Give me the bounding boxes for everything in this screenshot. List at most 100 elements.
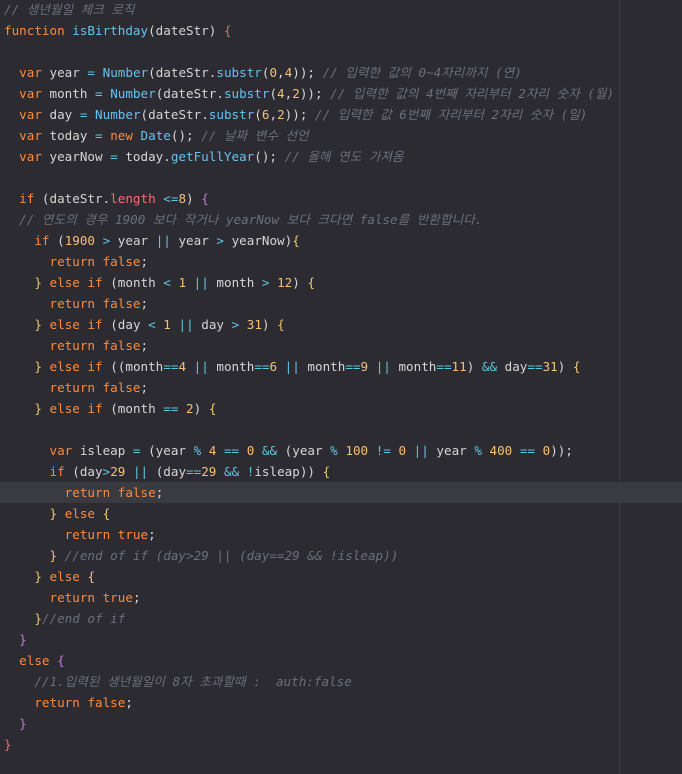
code-token: else	[19, 653, 50, 668]
code-token: ==	[254, 359, 270, 374]
code-line[interactable]: var year = Number(dateStr.substr(0,4)); …	[0, 62, 682, 83]
code-line[interactable]: var yearNow = today.getFullYear(); // 올해…	[0, 146, 682, 167]
code-token: }	[19, 632, 27, 647]
code-token: <=	[163, 191, 179, 206]
code-token: return	[49, 254, 96, 269]
code-token: else if	[49, 317, 103, 332]
code-token: 11	[451, 359, 467, 374]
code-line[interactable]: // 생년월일 체크 로직	[0, 0, 682, 20]
code-line[interactable]: } else if (month < 1 || month > 12) {	[0, 272, 682, 293]
code-line[interactable]: var isleap = (year % 4 == 0 && (year % 1…	[0, 440, 682, 461]
code-token: getFullYear	[170, 149, 255, 164]
code-token: false	[117, 485, 156, 500]
code-line[interactable]: return false;	[0, 692, 682, 713]
code-line[interactable]: return false;	[0, 251, 682, 272]
code-line[interactable]: }	[0, 629, 682, 650]
code-token: //end of if (day>29 || (day==29 && !isle…	[64, 548, 399, 563]
code-token: return	[49, 380, 96, 395]
code-token: )	[261, 317, 278, 332]
code-token: <	[148, 317, 156, 332]
code-line[interactable]: var day = Number(dateStr.substr(6,2)); /…	[0, 104, 682, 125]
code-token: ==	[223, 443, 240, 458]
code-token: yearNow	[41, 149, 111, 164]
code-line[interactable]: var month = Number(dateStr.substr(4,2));…	[0, 83, 682, 104]
code-token: if	[34, 233, 50, 248]
code-line[interactable]: } else if ((month==4 || month==6 || mont…	[0, 356, 682, 377]
code-token: {	[57, 653, 65, 668]
code-token: )	[466, 359, 482, 374]
code-line[interactable]: function isBirthday(dateStr) {	[0, 20, 682, 41]
code-token: !=	[375, 443, 391, 458]
code-token: // 입력한 값의 4번째 자리부터 2자리 숫자 (월)	[330, 86, 615, 101]
code-line[interactable]	[0, 419, 682, 440]
code-token: ||	[375, 359, 391, 374]
code-line[interactable]: return false;	[0, 377, 682, 398]
code-token: ||	[284, 359, 300, 374]
code-line[interactable]: var today = new Date(); // 날짜 변수 선언	[0, 125, 682, 146]
code-token: <	[163, 275, 171, 290]
code-token: false	[102, 296, 141, 311]
code-line[interactable]	[0, 41, 682, 62]
code-token: 2	[186, 401, 194, 416]
code-line[interactable]: return false;	[0, 335, 682, 356]
code-token: yearNow)	[223, 233, 293, 248]
code-line[interactable]: if (dateStr.length <=8) {	[0, 188, 682, 209]
code-line[interactable]: return true;	[0, 587, 682, 608]
code-token: }	[34, 401, 42, 416]
code-line[interactable]: } else {	[0, 566, 682, 587]
code-token: substr	[208, 107, 255, 122]
code-line[interactable]: //1.입력된 생년월일이 8자 초과할때 : auth:false	[0, 671, 682, 692]
code-editor[interactable]: // 생년월일 체크 로직 function isBirthday(dateStr…	[0, 0, 682, 774]
code-token: (	[269, 86, 278, 101]
code-token: )	[557, 359, 573, 374]
code-line[interactable]: return true;	[0, 524, 682, 545]
code-line[interactable]: // 연도의 경우 1900 보다 작거나 yearNow 보다 크다면 fal…	[0, 209, 682, 230]
code-line[interactable]: return false;	[0, 482, 682, 503]
code-line[interactable]: }//end of if	[0, 608, 682, 629]
code-line[interactable]: } else {	[0, 503, 682, 524]
code-token: 29	[201, 464, 217, 479]
code-line[interactable]: else {	[0, 650, 682, 671]
code-line[interactable]: if (day>29 || (day==29 && !isleap)) {	[0, 461, 682, 482]
code-token: new	[110, 128, 133, 143]
code-line[interactable]: }	[0, 734, 682, 755]
code-token: false	[87, 695, 126, 710]
code-token: substr	[223, 86, 270, 101]
code-token: (month	[102, 275, 164, 290]
code-token: Number	[95, 107, 141, 122]
code-token: // 입력한 값 6번째 자리부터 2자리 숫자 (일)	[315, 107, 588, 122]
code-line[interactable]: }	[0, 713, 682, 734]
code-token: ==	[436, 359, 452, 374]
code-line[interactable]: if (1900 > year || year > yearNow){	[0, 230, 682, 251]
code-token: {	[87, 569, 96, 584]
code-line[interactable]	[0, 167, 682, 188]
code-token: year	[41, 65, 88, 80]
code-token: return	[34, 695, 80, 710]
code-line[interactable]: return false;	[0, 293, 682, 314]
code-token: ));	[284, 107, 315, 122]
code-line[interactable]: } //end of if (day>29 || (day==29 && !is…	[0, 545, 682, 566]
code-line[interactable]: } else if (day < 1 || day > 31) {	[0, 314, 682, 335]
code-token: =	[110, 149, 118, 164]
code-token: )	[193, 401, 209, 416]
code-line[interactable]: } else if (month == 2) {	[0, 398, 682, 419]
